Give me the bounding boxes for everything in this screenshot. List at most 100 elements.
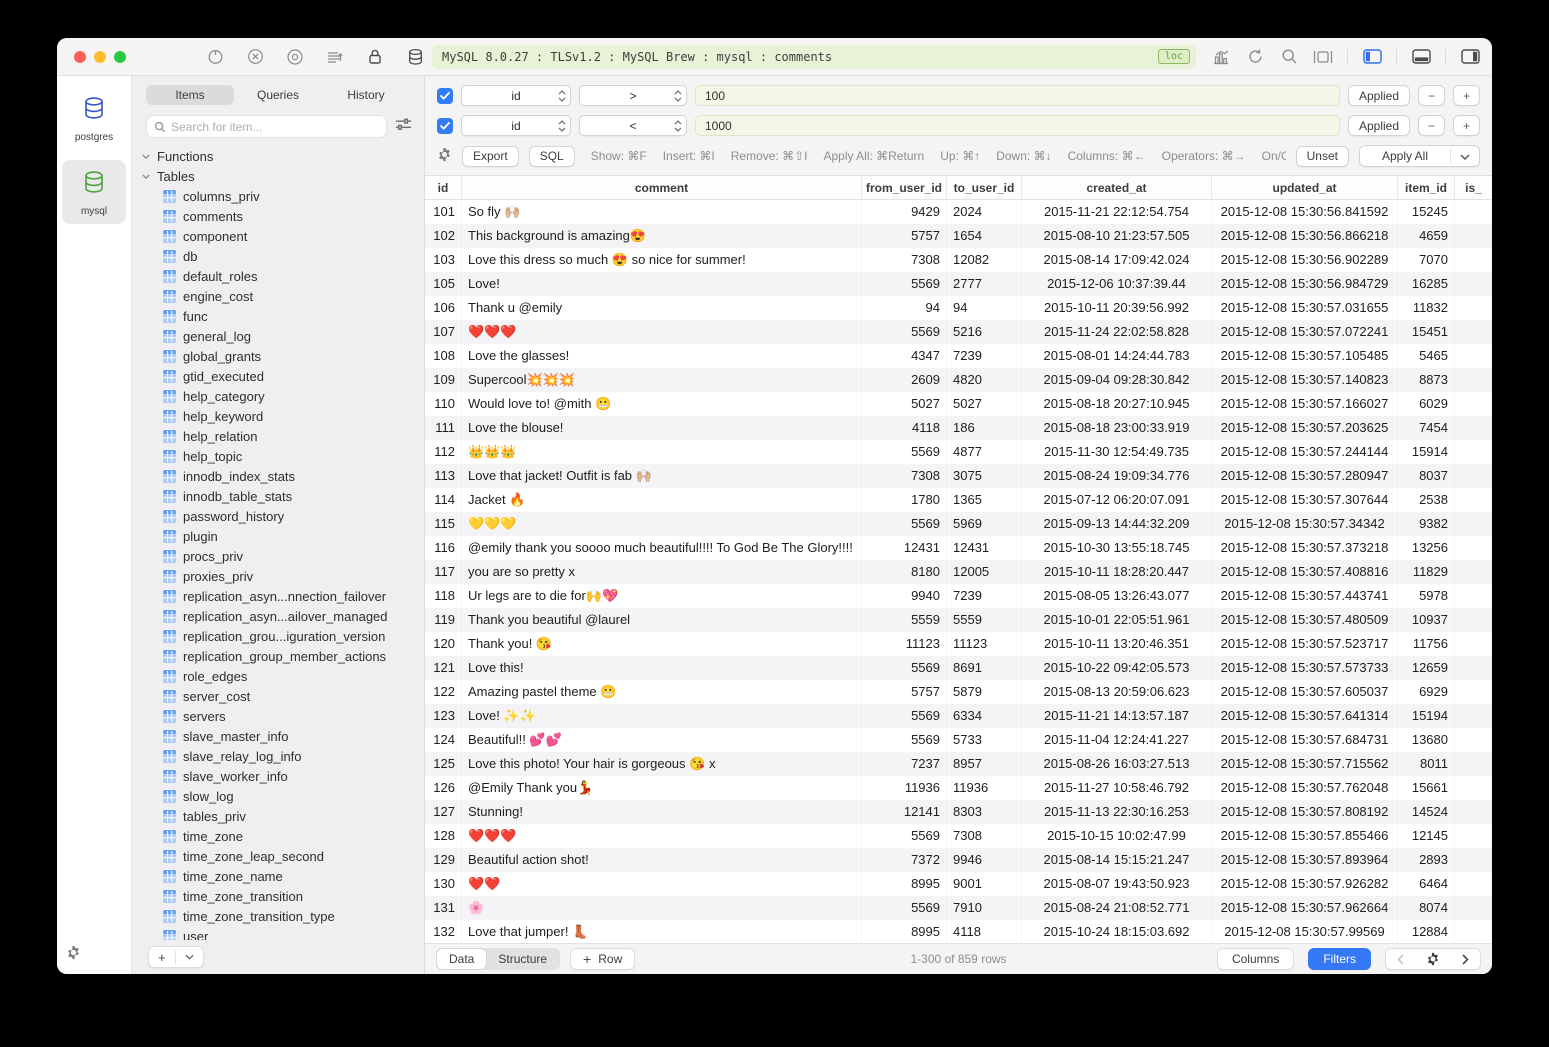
prev-page-button[interactable]: [1386, 954, 1415, 965]
table-row[interactable]: 124Beautiful!! 💕💕556957332015-11-04 12:2…: [425, 728, 1492, 752]
table-item-gtid_executed[interactable]: gtid_executed: [132, 366, 424, 386]
table-item-innodb_index_stats[interactable]: innodb_index_stats: [132, 466, 424, 486]
table-row[interactable]: 111Love the blouse!41181862015-08-18 23:…: [425, 416, 1492, 440]
toggle-left-panel-icon[interactable]: [1362, 47, 1382, 67]
connection-title-field[interactable]: MySQL 8.0.27 : TLSv1.2 : MySQL Brew : my…: [432, 45, 1196, 69]
table-item-db[interactable]: db: [132, 246, 424, 266]
connection-status-icon[interactable]: [205, 47, 225, 67]
chart-icon[interactable]: [1211, 47, 1231, 67]
table-item-password_history[interactable]: password_history: [132, 506, 424, 526]
table-item-servers[interactable]: servers: [132, 706, 424, 726]
table-row[interactable]: 130❤️❤️899590012015-08-07 19:43:50.92320…: [425, 872, 1492, 896]
filter-value-input[interactable]: 1000: [695, 115, 1340, 136]
column-header-updated_at[interactable]: updated_at: [1212, 176, 1398, 199]
table-item-time_zone_leap_second[interactable]: time_zone_leap_second: [132, 846, 424, 866]
table-item-innodb_table_stats[interactable]: innodb_table_stats: [132, 486, 424, 506]
remove-filter-button[interactable]: −: [1418, 85, 1445, 106]
zoom-window-button[interactable]: [114, 51, 126, 63]
tab-items[interactable]: Items: [146, 85, 234, 105]
filter-settings-gear-icon[interactable]: [437, 147, 452, 166]
connection-mysql[interactable]: mysql: [62, 160, 126, 224]
filter-applied-button[interactable]: Applied: [1348, 85, 1410, 106]
tree-group-functions[interactable]: Functions: [132, 146, 424, 166]
disconnect-icon[interactable]: [245, 47, 265, 67]
table-row[interactable]: 101So fly 🙌🏼942920242015-11-21 22:12:54.…: [425, 200, 1492, 224]
columns-button[interactable]: Columns: [1217, 948, 1294, 970]
table-row[interactable]: 113Love that jacket! Outfit is fab 🙌🏼730…: [425, 464, 1492, 488]
search-icon[interactable]: [1279, 47, 1299, 67]
database-icon[interactable]: [405, 47, 425, 67]
table-item-help_category[interactable]: help_category: [132, 386, 424, 406]
table-item-procs_priv[interactable]: procs_priv: [132, 546, 424, 566]
column-header-to_user_id[interactable]: to_user_id: [947, 176, 1022, 199]
logs-icon[interactable]: [325, 47, 345, 67]
layout-center-icon[interactable]: [1313, 47, 1333, 67]
table-row[interactable]: 121Love this!556986912015-10-22 09:42:05…: [425, 656, 1492, 680]
table-item-plugin[interactable]: plugin: [132, 526, 424, 546]
table-item-server_cost[interactable]: server_cost: [132, 686, 424, 706]
column-header-comment[interactable]: comment: [462, 176, 862, 199]
table-item-func[interactable]: func: [132, 306, 424, 326]
table-row[interactable]: 129Beautiful action shot!737299462015-08…: [425, 848, 1492, 872]
column-header-from_user_id[interactable]: from_user_id: [862, 176, 947, 199]
table-row[interactable]: 115💛💛💛556959692015-09-13 14:44:32.209201…: [425, 512, 1492, 536]
filter-enabled-checkbox[interactable]: [437, 118, 453, 134]
table-item-role_edges[interactable]: role_edges: [132, 666, 424, 686]
table-row[interactable]: 132Love that jumper! 👢899541182015-10-24…: [425, 920, 1492, 943]
table-row[interactable]: 117you are so pretty x8180120052015-10-1…: [425, 560, 1492, 584]
table-row[interactable]: 109Supercool💥💥💥260948202015-09-04 09:28:…: [425, 368, 1492, 392]
filter-sliders-icon[interactable]: [395, 117, 412, 137]
add-row-button[interactable]: + Row: [570, 948, 635, 970]
table-item-columns_priv[interactable]: columns_priv: [132, 186, 424, 206]
column-header-item_id[interactable]: item_id: [1398, 176, 1455, 199]
page-settings-gear-icon[interactable]: [1415, 952, 1451, 966]
table-item-slave_master_info[interactable]: slave_master_info: [132, 726, 424, 746]
table-item-time_zone_transition_type[interactable]: time_zone_transition_type: [132, 906, 424, 926]
table-item-component[interactable]: component: [132, 226, 424, 246]
table-item-replication_asyn...nnection_failover[interactable]: replication_asyn...nnection_failover: [132, 586, 424, 606]
filter-operator-select[interactable]: <: [579, 115, 687, 136]
filter-column-select[interactable]: id: [461, 85, 571, 106]
table-item-time_zone_transition[interactable]: time_zone_transition: [132, 886, 424, 906]
table-item-user[interactable]: user: [132, 926, 424, 940]
refresh-icon[interactable]: [1245, 47, 1265, 67]
tab-queries[interactable]: Queries: [234, 85, 322, 105]
filter-applied-button[interactable]: Applied: [1348, 115, 1410, 136]
table-item-general_log[interactable]: general_log: [132, 326, 424, 346]
apply-all-dropdown[interactable]: Apply All: [1359, 145, 1480, 167]
table-row[interactable]: 127Stunning!1214183032015-11-13 22:30:16…: [425, 800, 1492, 824]
connection-postgres[interactable]: postgres: [62, 86, 126, 150]
table-item-replication_asyn...ailover_managed[interactable]: replication_asyn...ailover_managed: [132, 606, 424, 626]
close-window-button[interactable]: [74, 51, 86, 63]
segment-data[interactable]: Data: [437, 949, 486, 969]
table-item-time_zone_name[interactable]: time_zone_name: [132, 866, 424, 886]
table-row[interactable]: 123Love! ✨✨556963342015-11-21 14:13:57.1…: [425, 704, 1492, 728]
table-item-slow_log[interactable]: slow_log: [132, 786, 424, 806]
minimize-window-button[interactable]: [94, 51, 106, 63]
table-row[interactable]: 122Amazing pastel theme 😬575758792015-08…: [425, 680, 1492, 704]
table-item-replication_group_member_actions[interactable]: replication_group_member_actions: [132, 646, 424, 666]
lock-icon[interactable]: [365, 47, 385, 67]
filter-column-select[interactable]: id: [461, 115, 571, 136]
table-row[interactable]: 125Love this photo! Your hair is gorgeou…: [425, 752, 1492, 776]
table-item-proxies_priv[interactable]: proxies_priv: [132, 566, 424, 586]
table-row[interactable]: 108Love the glasses!434772392015-08-01 1…: [425, 344, 1492, 368]
table-item-slave_relay_log_info[interactable]: slave_relay_log_info: [132, 746, 424, 766]
apply-all-chevron-icon[interactable]: [1451, 149, 1479, 163]
add-item-plus[interactable]: +: [149, 950, 175, 965]
rail-settings-gear-icon[interactable]: [66, 945, 81, 965]
toggle-bottom-panel-icon[interactable]: [1411, 47, 1431, 67]
table-item-tables_priv[interactable]: tables_priv: [132, 806, 424, 826]
table-item-default_roles[interactable]: default_roles: [132, 266, 424, 286]
next-page-button[interactable]: [1451, 954, 1480, 965]
table-item-engine_cost[interactable]: engine_cost: [132, 286, 424, 306]
add-item-split-button[interactable]: +: [148, 946, 204, 968]
table-item-replication_grou...iguration_version[interactable]: replication_grou...iguration_version: [132, 626, 424, 646]
column-header-is_[interactable]: is_: [1455, 176, 1492, 199]
table-item-global_grants[interactable]: global_grants: [132, 346, 424, 366]
table-row[interactable]: 119Thank you beautiful @laurel5559555920…: [425, 608, 1492, 632]
sql-preview-button[interactable]: SQL: [529, 146, 575, 167]
table-row[interactable]: 131🌸556979102015-08-24 21:08:52.7712015-…: [425, 896, 1492, 920]
tree-group-tables[interactable]: Tables: [132, 166, 424, 186]
add-item-chevron[interactable]: [176, 954, 203, 960]
